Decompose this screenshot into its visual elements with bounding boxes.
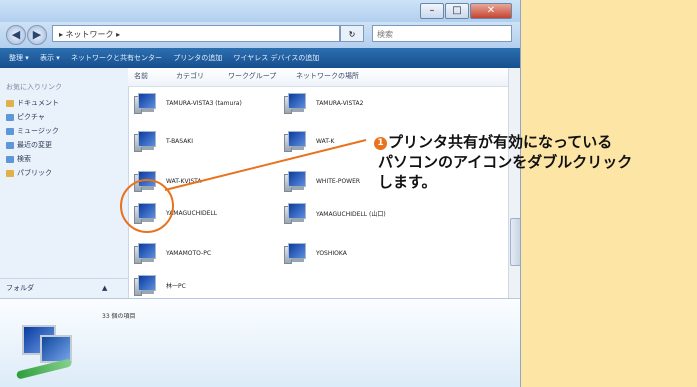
callout-line-3: します。: [378, 173, 437, 191]
callout-line-2: パソコンのアイコンをダブルクリック: [378, 153, 633, 171]
instruction-callout: 1 プリンタ共有が有効になっている パソコンのアイコンをダブルクリック します。: [374, 132, 694, 192]
step-number-badge: 1: [374, 137, 387, 150]
callout-line-1: プリンタ共有が有効になっている: [388, 133, 613, 151]
callout-leader-line: [164, 139, 367, 191]
